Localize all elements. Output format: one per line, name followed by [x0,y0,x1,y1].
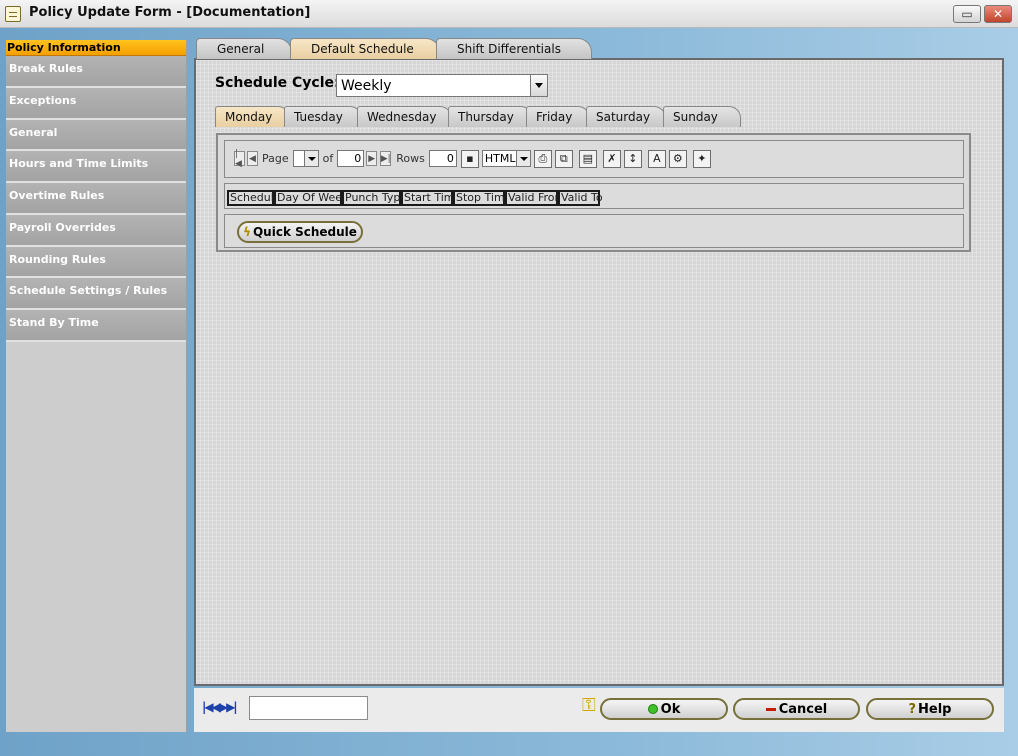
of-label: of [322,152,334,165]
quick-schedule-button[interactable]: ϟ Quick Schedule [237,221,363,243]
column-header-start-time[interactable]: Start Time [401,190,461,206]
grid-header-row: Schedule Day Of Week Punch Type Start Ti… [224,183,964,209]
tab-wednesday[interactable]: Wednesday [357,106,452,127]
page-count-field: 0 [337,150,365,167]
top-tabs: General Default Schedule Shift Different… [196,38,1016,59]
ok-button[interactable]: Ok [600,698,728,720]
column-header-valid-to[interactable]: Valid To [558,190,603,206]
chevron-down-icon[interactable] [303,151,318,166]
tab-general[interactable]: General [196,38,292,59]
sidebar-item-general[interactable]: General [6,119,186,152]
sidebar-item-rounding-rules[interactable]: Rounding Rules [6,246,186,279]
record-navigation-field[interactable] [249,696,368,720]
schedule-cycle-label: Schedule Cycle: [215,75,340,91]
grid-toolbar: |◀ ◀ Page of 0 ▶ ▶| Rows 0 ▪ HTML ⎙ ⧉ ▤ … [224,140,964,178]
sidebar-item-overtime-rules[interactable]: Overtime Rules [6,183,186,215]
export-format-select[interactable]: HTML [481,150,531,167]
tab-thursday[interactable]: Thursday [448,106,533,127]
sidebar-item-stand-by-time[interactable]: Stand By Time [6,310,186,342]
quick-schedule-row: ϟ Quick Schedule [224,214,964,248]
schedule-cycle-value: Weekly [341,78,392,94]
title-bar: Policy Update Form - [Documentation] ▭ ✕ [0,0,1018,28]
sort-icon[interactable]: ↕ [623,149,642,168]
column-header-stop-time[interactable]: Stop Time [453,190,511,206]
tab-tuesday[interactable]: Tuesday [284,106,362,127]
page-select[interactable] [292,150,319,167]
help-button[interactable]: ? Help [866,698,994,720]
schedule-grid: |◀ ◀ Page of 0 ▶ ▶| Rows 0 ▪ HTML ⎙ ⧉ ▤ … [216,133,971,252]
column-header-day-of-week[interactable]: Day Of Week [274,190,348,206]
ok-label: Ok [660,701,681,717]
question-icon: ? [908,701,917,717]
quick-schedule-label: Quick Schedule [252,225,357,239]
remove-sort-icon[interactable]: A [647,149,666,168]
tab-friday[interactable]: Friday [526,106,590,127]
rows-label: Rows [396,152,425,165]
column-header-punch-type[interactable]: Punch Type [342,190,407,206]
page-label: Page [262,152,289,165]
last-page-icon[interactable]: ▶| [380,151,392,166]
settings-gear-icon[interactable]: ⚙ [668,149,687,168]
print-icon[interactable]: ⎙ [533,149,552,168]
save-icon[interactable]: ▪ [460,149,479,168]
column-header-valid-from[interactable]: Valid From [505,190,565,206]
green-dot-icon [647,704,658,714]
sidebar-item-policy-information[interactable]: Policy Information [6,40,186,56]
page-group: Page of 0 ▶ ▶| Rows 0 ▪ HTML ⎙ ⧉ ▤ ✗ ↕ A… [262,149,711,168]
tab-shift-differentials[interactable]: Shift Differentials [436,38,592,59]
key-icon[interactable]: ⚿ [582,695,596,719]
chevron-down-icon[interactable] [515,151,530,166]
tab-sunday[interactable]: Sunday [663,106,741,127]
cancel-button[interactable]: Cancel [733,698,860,720]
chevron-down-icon[interactable] [530,75,547,96]
bottom-bar: |◀◀▶▶| ⚿ Ok Cancel ? Help [194,688,1004,732]
tab-default-schedule[interactable]: Default Schedule [290,38,440,59]
wand-icon[interactable]: ✦ [692,149,711,168]
copy-icon[interactable]: ⧉ [554,149,573,168]
prev-page-icon[interactable]: ◀ [247,151,258,166]
form-icon [5,6,21,22]
rows-field[interactable]: 0 [428,150,457,167]
properties-icon[interactable]: ▤ [578,149,597,168]
minus-icon [765,707,776,711]
sidebar-item-hours-and-time-limits[interactable]: Hours and Time Limits [6,151,186,183]
close-button[interactable]: ✕ [984,5,1012,23]
export-format-value: HTML [484,152,516,165]
column-header-schedule[interactable]: Schedule [227,190,281,206]
tab-saturday[interactable]: Saturday [586,106,666,127]
sidebar-item-payroll-overrides[interactable]: Payroll Overrides [6,214,186,247]
minimize-button[interactable]: ▭ [953,5,981,23]
day-tabs: Monday Tuesday Wednesday Thursday Friday… [215,106,755,127]
sidebar-item-break-rules[interactable]: Break Rules [6,56,186,88]
tab-monday[interactable]: Monday [215,106,290,127]
sidebar-item-schedule-settings-rules[interactable]: Schedule Settings / Rules [6,278,186,310]
clear-filter-icon[interactable]: ✗ [602,149,621,168]
policy-sidebar: Policy Information Break Rules Exception… [6,40,187,732]
record-navigation-icon[interactable]: |◀◀▶▶| [202,700,238,714]
schedule-cycle-select[interactable]: Weekly [336,74,548,97]
lightning-icon: ϟ [243,225,251,239]
sidebar-item-exceptions[interactable]: Exceptions [6,87,186,120]
window-title: Policy Update Form - [Documentation] [29,5,311,20]
help-label: Help [918,701,952,717]
cancel-label: Cancel [778,701,828,717]
first-page-group: |◀ ◀ [234,149,258,169]
first-page-icon[interactable]: |◀ [234,149,245,169]
next-page-icon[interactable]: ▶ [366,151,378,166]
